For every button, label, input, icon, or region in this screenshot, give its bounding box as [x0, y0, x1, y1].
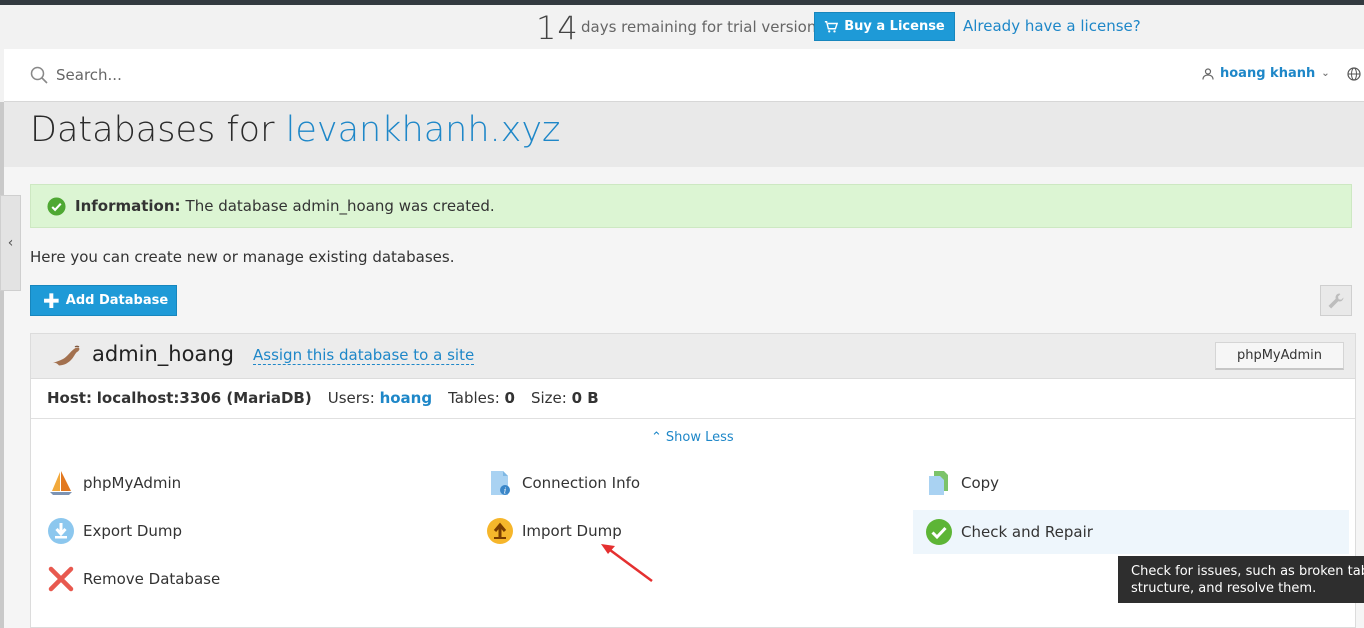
size-info: Size: 0 B: [530, 389, 599, 407]
plus-icon: ✚: [43, 288, 60, 313]
show-less-toggle[interactable]: ⌃ Show Less: [651, 430, 734, 445]
copy-icon: [929, 471, 948, 495]
page-title-domain[interactable]: levankhanh.xyz: [286, 110, 561, 150]
action-phpmyadmin[interactable]: phpMyAdmin: [47, 462, 181, 504]
svg-text:i: i: [504, 487, 507, 496]
check-repair-icon: [926, 519, 952, 545]
add-database-label: Add Database: [65, 293, 169, 308]
add-database-button[interactable]: ✚ Add Database: [30, 285, 177, 316]
phpmyadmin-sail-icon: [50, 471, 72, 495]
username-label: hoang khanh: [1220, 66, 1316, 81]
intro-text: Here you can create new or manage existi…: [30, 248, 455, 266]
action-export-dump[interactable]: Export Dump: [47, 510, 182, 552]
buy-license-button[interactable]: Buy a License: [814, 12, 955, 41]
action-check-repair[interactable]: Check and Repair: [913, 510, 1349, 554]
tooltip-line-2: structure, and resolve them.: [1131, 581, 1317, 596]
cart-icon: [825, 20, 839, 33]
wrench-icon: [1328, 293, 1344, 308]
action-remove-database[interactable]: Remove Database: [47, 558, 220, 600]
action-copy-label: Copy: [961, 474, 1000, 492]
tools-button[interactable]: [1320, 285, 1352, 316]
import-upload-icon: [487, 518, 513, 544]
tooltip-line-1: Check for issues, such as broken tables: [1131, 564, 1364, 579]
sidebar-collapse-tab[interactable]: ‹: [0, 195, 21, 291]
assign-database-link[interactable]: Assign this database to a site: [253, 347, 475, 365]
buy-license-label: Buy a License: [844, 19, 945, 34]
user-menu[interactable]: hoang khanh ⌄: [1202, 66, 1330, 81]
database-name[interactable]: admin_hoang: [92, 342, 234, 366]
chevron-down-icon: ⌄: [1321, 68, 1330, 79]
tables-info: Tables: 0: [448, 389, 515, 407]
chevron-up-icon: ⌃: [651, 430, 662, 445]
host-info: Host: localhost:3306 (MariaDB): [47, 389, 312, 407]
trial-bar: 14 days remaining for trial version Buy …: [0, 5, 1364, 49]
database-card-header: admin_hoang Assign this database to a si…: [31, 334, 1355, 379]
title-bar: Databases for levankhanh.xyz: [4, 102, 1364, 167]
connection-info-icon: i: [491, 471, 510, 496]
search-icon: [30, 66, 48, 84]
show-less-label: Show Less: [665, 430, 734, 445]
mariadb-seal-icon: [51, 345, 80, 366]
export-download-icon: [48, 518, 74, 544]
users-link[interactable]: hoang: [380, 389, 433, 407]
already-have-license-link[interactable]: Already have a license?: [963, 17, 1141, 35]
action-export-dump-label: Export Dump: [83, 522, 183, 540]
action-copy[interactable]: Copy: [925, 462, 999, 504]
info-message-label: Information:: [75, 197, 181, 215]
annotation-arrow: [601, 544, 653, 583]
database-meta: Host: localhost:3306 (MariaDB) Users: ho…: [47, 389, 599, 407]
info-message: Information: The database admin_hoang wa…: [30, 184, 1352, 228]
success-check-icon: [47, 196, 66, 216]
action-phpmyadmin-label: phpMyAdmin: [83, 474, 182, 492]
user-icon: [1202, 67, 1214, 80]
trial-days-count: 14: [536, 9, 579, 47]
info-message-text: The database admin_hoang was created.: [185, 197, 495, 215]
users-info: Users: hoang: [327, 389, 433, 407]
remove-x-icon: [48, 566, 74, 592]
chevron-left-icon: ‹: [7, 235, 14, 251]
action-connection-info-label: Connection Info: [522, 474, 641, 492]
trial-text: days remaining for trial version: [581, 18, 817, 36]
divider: [31, 418, 1355, 419]
action-import-dump-label: Import Dump: [522, 522, 622, 540]
page-title-prefix: Databases for: [30, 110, 275, 150]
page-title: Databases for levankhanh.xyz: [30, 110, 560, 150]
search-input[interactable]: [56, 63, 356, 87]
globe-icon[interactable]: [1347, 67, 1361, 81]
action-check-repair-label: Check and Repair: [961, 523, 1093, 541]
action-connection-info[interactable]: i Connection Info: [486, 462, 640, 504]
header: hoang khanh ⌄: [4, 49, 1364, 102]
phpmyadmin-header-button[interactable]: phpMyAdmin: [1215, 342, 1344, 370]
check-repair-tooltip: Check for issues, such as broken tables …: [1118, 556, 1364, 603]
action-remove-database-label: Remove Database: [83, 570, 221, 588]
